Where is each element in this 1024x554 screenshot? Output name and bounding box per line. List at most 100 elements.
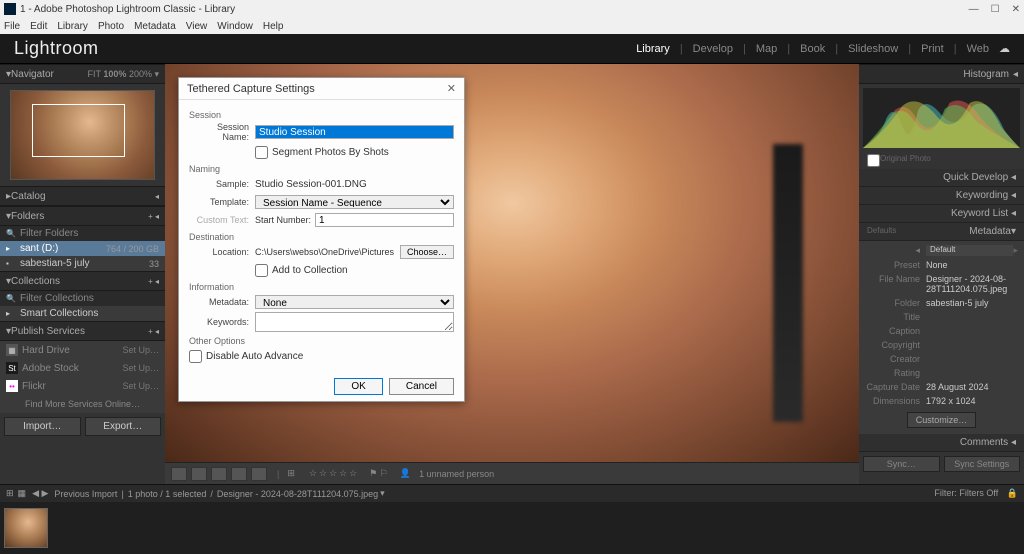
smart-collections[interactable]: ▸Smart Collections [0,306,165,321]
histogram-header[interactable]: Histogram ◂ [859,64,1024,84]
meta-dimensions: Dimensions1792 x 1024 [859,394,1024,408]
navigator-preview[interactable] [10,90,155,180]
filter-folders[interactable]: 🔍Filter Folders [0,226,165,241]
meta-rating: Rating [859,366,1024,380]
segment-checkbox[interactable] [255,146,268,159]
module-print[interactable]: Print [921,43,944,55]
template-dropdown[interactable]: Session Name - Sequence [255,195,454,209]
module-web[interactable]: Web [967,43,989,55]
right-panel: Histogram ◂ Original Photo Quick Develop… [859,64,1024,484]
metadata-dropdown[interactable]: None [255,295,454,309]
menu-file[interactable]: File [4,21,20,32]
cloud-icon[interactable]: ☁ [999,42,1010,55]
view-toolbar: | ⊞ ☆☆☆☆☆ ⚑ ⚐ 👤 1 unnamed person [165,462,859,484]
module-library[interactable]: Library [636,43,670,55]
folder-row-drive[interactable]: ▸ sant (D:) 764 / 200 GB [0,241,165,256]
keyword-list-header[interactable]: Keyword List ◂ [859,205,1024,223]
meta-capture-date: Capture Date28 August 2024 [859,380,1024,394]
loupe-view-icon[interactable] [191,467,207,481]
meta-creator: Creator [859,352,1024,366]
metadata-header[interactable]: DefaultsMetadata ▾ [859,223,1024,241]
location-value: C:\Users\webso\OneDrive\Pictures [255,247,396,257]
compare-view-icon[interactable] [211,467,227,481]
rating-stars[interactable]: ☆☆☆☆☆ [309,468,359,479]
session-name-input[interactable] [255,125,454,139]
histogram-chart[interactable] [863,88,1020,148]
meta-title: Title [859,310,1024,324]
original-photo-check[interactable] [867,154,880,167]
menu-library[interactable]: Library [57,21,88,32]
publish-hard-drive[interactable]: ▦ Hard DriveSet Up… [0,341,165,359]
filter-dropdown[interactable]: Filters Off [959,488,998,498]
export-button[interactable]: Export… [85,417,162,436]
quick-develop-header[interactable]: Quick Develop ◂ [859,169,1024,187]
menu-metadata[interactable]: Metadata [134,21,176,32]
adobe-stock-icon: St [6,362,18,374]
publish-adobe-stock[interactable]: St Adobe StockSet Up… [0,359,165,377]
comments-header[interactable]: Comments ◂ [859,434,1024,452]
app-icon [4,3,16,15]
second-monitor-icon[interactable]: ⊞ [6,488,14,499]
navigator-header[interactable]: ▾ Navigator FIT 100% 200% ▾ [0,64,165,84]
collections-header[interactable]: ▾ Collections+ ◂ [0,271,165,291]
publish-header[interactable]: ▾ Publish Services+ ◂ [0,321,165,341]
filmstrip-thumb[interactable] [4,508,48,548]
face-icon[interactable]: 👤 [400,468,411,479]
folders-header[interactable]: ▾ Folders+ ◂ [0,206,165,226]
dialog-close-icon[interactable]: ✕ [447,82,456,95]
close-icon[interactable]: ✕ [1012,4,1020,15]
window-title: 1 - Adobe Photoshop Lightroom Classic - … [20,4,235,15]
menu-window[interactable]: Window [217,21,253,32]
choose-button[interactable]: Choose… [400,245,454,259]
menu-help[interactable]: Help [263,21,284,32]
people-view-icon[interactable] [251,467,267,481]
tethered-capture-dialog: Tethered Capture Settings ✕ Session Sess… [178,77,465,402]
sort-icon[interactable]: ⊞ [287,468,295,479]
menu-edit[interactable]: Edit [30,21,47,32]
start-number-input[interactable] [315,213,454,227]
left-panel: ▾ Navigator FIT 100% 200% ▾ ▸ Catalog◂ ▾… [0,64,165,484]
find-more-services[interactable]: Find More Services Online… [0,395,165,413]
meta-caption: Caption [859,324,1024,338]
dialog-titlebar[interactable]: Tethered Capture Settings ✕ [179,78,464,100]
filter-lock-icon[interactable]: 🔒 [1007,488,1018,498]
meta-folder: Foldersabestian-5 july [859,296,1024,310]
menu-view[interactable]: View [186,21,208,32]
ok-button[interactable]: OK [334,378,382,395]
keywords-input[interactable] [255,312,454,332]
flag-icon[interactable]: ⚑ ⚐ [369,468,388,479]
unnamed-person[interactable]: 1 unnamed person [419,469,494,479]
cancel-button[interactable]: Cancel [389,378,454,395]
filmstrip[interactable] [0,502,1024,554]
disable-advance-checkbox[interactable] [189,350,202,363]
module-slideshow[interactable]: Slideshow [848,43,898,55]
customize-button[interactable]: Customize… [907,412,977,428]
catalog-header[interactable]: ▸ Catalog◂ [0,186,165,206]
menubar: File Edit Library Photo Metadata View Wi… [0,18,1024,34]
metadata-set-dropdown[interactable]: Default [926,245,1013,256]
maximize-icon[interactable]: ☐ [991,4,1000,15]
module-develop[interactable]: Develop [693,43,733,55]
survey-view-icon[interactable] [231,467,247,481]
source-label[interactable]: Previous Import [54,489,117,499]
publish-flickr[interactable]: •• FlickrSet Up… [0,377,165,395]
meta-filename: File NameDesigner - 2024-08-28T111204.07… [859,272,1024,296]
add-collection-checkbox[interactable] [255,264,268,277]
grid-toggle-icon[interactable]: ▦ [18,488,27,499]
sync-settings-button[interactable]: Sync Settings [944,456,1021,472]
header: Lightroom Library| Develop| Map| Book| S… [0,34,1024,64]
minimize-icon[interactable]: — [969,4,979,15]
module-map[interactable]: Map [756,43,777,55]
filter-collections[interactable]: 🔍Filter Collections [0,291,165,306]
meta-copyright: Copyright [859,338,1024,352]
logo: Lightroom [14,38,99,59]
import-button[interactable]: Import… [4,417,81,436]
keywording-header[interactable]: Keywording ◂ [859,187,1024,205]
menu-photo[interactable]: Photo [98,21,124,32]
grid-view-icon[interactable] [171,467,187,481]
sync-button[interactable]: Sync… [863,456,940,472]
module-book[interactable]: Book [800,43,825,55]
hard-drive-icon: ▦ [6,344,18,356]
preset-value[interactable]: None [926,260,1018,270]
folder-row[interactable]: ▪ sabestian-5 july 33 [0,256,165,271]
